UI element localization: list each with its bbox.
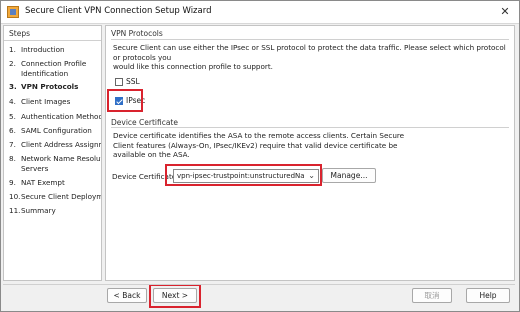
- ssl-label: SSL: [126, 77, 140, 86]
- device-certificate-description: Device certificate identifies the ASA to…: [113, 131, 405, 159]
- step-network-name-resolution: 8. Network Name Resolutio Servers: [9, 154, 101, 173]
- help-button[interactable]: Help: [466, 288, 510, 303]
- step-client-images: 4. Client Images: [9, 97, 71, 106]
- step-nat-exempt: 9. NAT Exempt: [9, 178, 65, 187]
- step-saml-configuration: 6. SAML Configuration: [9, 126, 92, 135]
- steps-header-label: Steps: [9, 29, 30, 38]
- steps-panel: Steps 1. Introduction 2. Connection Profil…: [3, 25, 102, 281]
- footer-divider: [3, 284, 515, 285]
- section-divider: [111, 127, 509, 128]
- ipsec-highlight: [107, 89, 143, 112]
- close-icon[interactable]: ✕: [497, 4, 513, 20]
- step-vpn-protocols: 3. VPN Protocols: [9, 82, 79, 91]
- step-connection-profile: 2. Connection Profile Identification: [9, 59, 87, 78]
- asdm-app-icon: [7, 6, 19, 18]
- step-introduction: 1. Introduction: [9, 45, 65, 54]
- content-panel: VPN Protocols Secure Client can use eith…: [105, 25, 515, 281]
- device-certificate-highlight: [165, 164, 322, 186]
- back-button[interactable]: < Back: [107, 288, 147, 303]
- ssl-checkbox[interactable]: [115, 78, 123, 86]
- window-title: Secure Client VPN Connection Setup Wizar…: [25, 6, 212, 16]
- step-summary: 11.Summary: [9, 206, 56, 215]
- vpn-protocols-description: Secure Client can use either the IPsec o…: [113, 43, 506, 71]
- vpn-protocols-header: VPN Protocols: [111, 29, 163, 38]
- step-authentication-methods: 5. Authentication Methods: [9, 112, 101, 121]
- manage-button[interactable]: Manage...: [322, 168, 376, 183]
- steps-header: Steps: [4, 26, 101, 41]
- step-secure-client-deployment: 10.Secure Client Deployme: [9, 192, 101, 201]
- title-bar: Secure Client VPN Connection Setup Wizar…: [1, 1, 519, 24]
- step-client-address-assignment: 7.Client Address Assignme: [9, 140, 101, 149]
- cancel-button[interactable]: 取消: [412, 288, 452, 303]
- next-button[interactable]: Next >: [153, 288, 197, 303]
- device-certificate-header: Device Certificate: [111, 118, 178, 127]
- section-divider: [111, 39, 509, 40]
